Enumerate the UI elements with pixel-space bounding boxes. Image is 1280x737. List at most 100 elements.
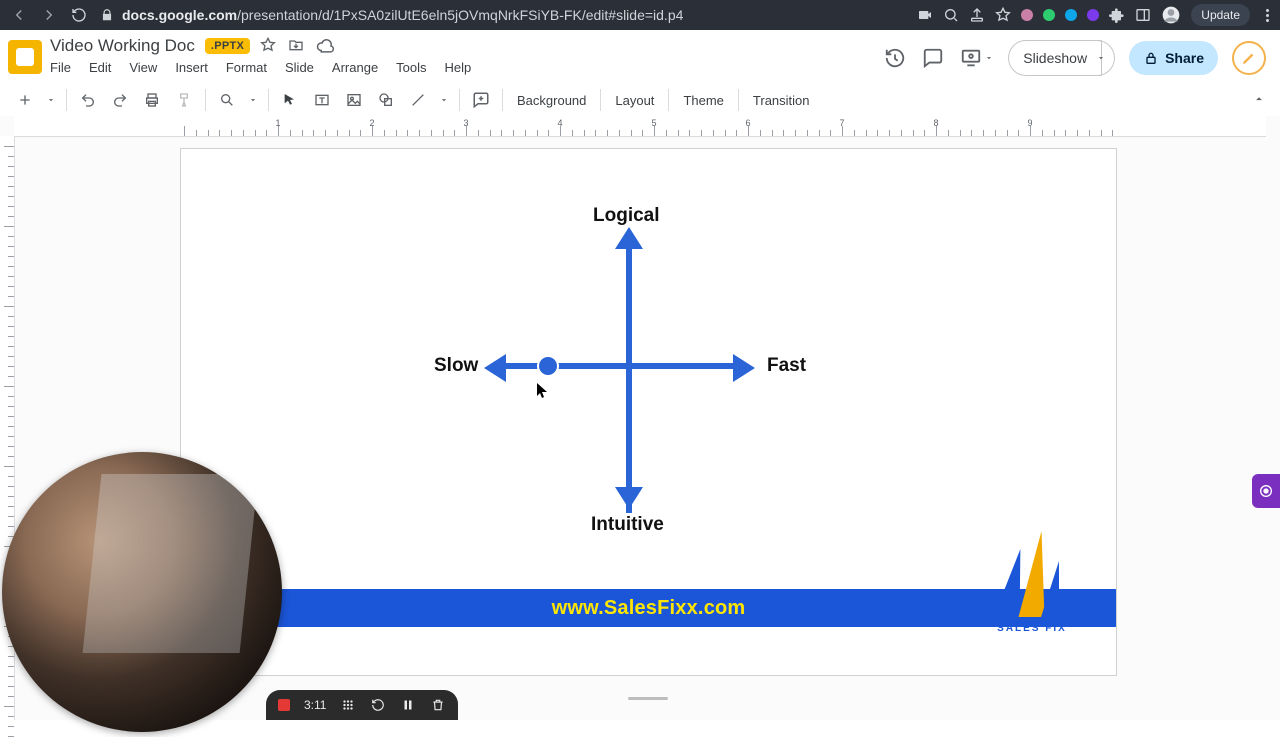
right-actions: Slideshow Share [884,40,1266,76]
menu-help[interactable]: Help [445,60,472,75]
doc-meta: Video Working Doc .PPTX File Edit View I… [50,36,471,75]
arrow-up-icon [615,227,643,249]
slides-logo[interactable] [8,40,42,74]
arrow-left-icon [484,354,506,382]
layout-button[interactable]: Layout [611,89,658,111]
label-left: Slow [434,355,478,377]
update-button[interactable]: Update [1191,4,1250,26]
image-tool[interactable] [343,89,365,111]
title-icons [260,37,334,55]
menu-view[interactable]: View [129,60,157,75]
share-label: Share [1165,50,1204,66]
record-time: 3:11 [304,698,326,712]
ext-dot-3[interactable] [1065,9,1077,21]
side-tab[interactable] [1252,474,1280,508]
menu-bar: File Edit View Insert Format Slide Arran… [50,60,471,75]
forward-icon[interactable] [40,6,58,24]
cloud-icon[interactable] [316,37,334,55]
zoom-button[interactable] [216,89,238,111]
chrome-right: Update [917,4,1274,26]
url-bar[interactable]: docs.google.com/presentation/d/1PxSA0zil… [122,7,909,23]
textbox-tool[interactable] [311,89,333,111]
update-label: Update [1201,8,1240,22]
collapse-toolbar-icon[interactable] [1252,92,1266,109]
print-button[interactable] [141,89,163,111]
menu-slide[interactable]: Slide [285,60,314,75]
move-icon[interactable] [288,37,304,55]
toolbar: Background Layout Theme Transition [0,81,1280,120]
menu-arrange[interactable]: Arrange [332,60,378,75]
history-icon[interactable] [884,47,906,69]
salesfix-logo: SALES FIX [982,527,1082,647]
nav-buttons [6,6,92,24]
pptx-badge: .PPTX [205,38,250,54]
redo-button[interactable] [109,89,131,111]
menu-file[interactable]: File [50,60,71,75]
search-icon[interactable] [943,7,959,23]
label-top: Logical [593,205,660,227]
doc-title[interactable]: Video Working Doc [50,36,195,56]
background-button[interactable]: Background [513,89,590,111]
present-icon[interactable] [960,47,994,69]
url-host: docs.google.com [122,7,237,23]
profile-avatar[interactable] [1161,5,1181,25]
axis-dot [539,357,557,375]
comment-add-button[interactable] [470,89,492,111]
sail-blue2-icon [1041,561,1061,617]
menu-edit[interactable]: Edit [89,60,111,75]
back-icon[interactable] [10,6,28,24]
ext-dot-1[interactable] [1021,9,1033,21]
extensions-icon[interactable] [1109,7,1125,23]
ext-dot-2[interactable] [1043,9,1055,21]
logo-caption: SALES FIX [997,623,1067,634]
arrow-right-icon [733,354,755,382]
axis-horizontal [501,363,737,369]
axis-vertical [626,241,632,513]
footer-banner: www.SalesFixx.com [181,589,1116,627]
shape-tool[interactable] [375,89,397,111]
select-tool[interactable] [279,89,301,111]
pause-icon[interactable] [400,697,416,713]
menu-format[interactable]: Format [226,60,267,75]
undo-button[interactable] [77,89,99,111]
slideshow-dropdown[interactable] [1088,40,1115,76]
new-slide-button[interactable] [14,89,36,111]
url-path: /presentation/d/1PxSA0zilUtE6eln5jOVmqNr… [237,7,683,23]
stage: 123456789 Logical Intuitive Slow Fast ww… [0,116,1280,720]
star-doc-icon[interactable] [260,37,276,55]
account-avatar[interactable] [1232,41,1266,75]
line-dd[interactable] [439,95,449,105]
camera-icon[interactable] [917,7,933,23]
paint-format-button[interactable] [173,89,195,111]
title-row: Video Working Doc .PPTX [50,36,471,56]
app-bar: Video Working Doc .PPTX File Edit View I… [0,30,1280,75]
theme-button[interactable]: Theme [679,89,727,111]
star-icon[interactable] [995,7,1011,23]
kebab-icon[interactable] [1260,9,1274,22]
share-button[interactable]: Share [1129,41,1218,75]
label-bottom: Intuitive [591,514,664,536]
transition-button[interactable]: Transition [749,89,814,111]
banner-url: www.SalesFixx.com [552,597,746,620]
mouse-cursor-icon [537,383,549,404]
upload-icon[interactable] [969,7,985,23]
line-tool[interactable] [407,89,429,111]
slide[interactable]: Logical Intuitive Slow Fast www.SalesFix… [180,148,1117,676]
slideshow-label: Slideshow [1023,50,1087,66]
comment-icon[interactable] [922,47,944,69]
menu-tools[interactable]: Tools [396,60,426,75]
arrow-down-icon [615,487,643,509]
sidepanel-icon[interactable] [1135,7,1151,23]
browser-chrome: docs.google.com/presentation/d/1PxSA0zil… [0,0,1280,30]
reload-icon[interactable] [70,6,88,24]
menu-insert[interactable]: Insert [175,60,208,75]
zoom-dd[interactable] [248,95,258,105]
label-right: Fast [767,355,806,377]
new-slide-dd[interactable] [46,95,56,105]
restart-icon[interactable] [370,697,386,713]
webcam-bubble[interactable] [2,452,282,732]
grid-icon[interactable] [340,697,356,713]
stop-record-button[interactable] [278,699,290,711]
trash-icon[interactable] [430,697,446,713]
ext-dot-4[interactable] [1087,9,1099,21]
